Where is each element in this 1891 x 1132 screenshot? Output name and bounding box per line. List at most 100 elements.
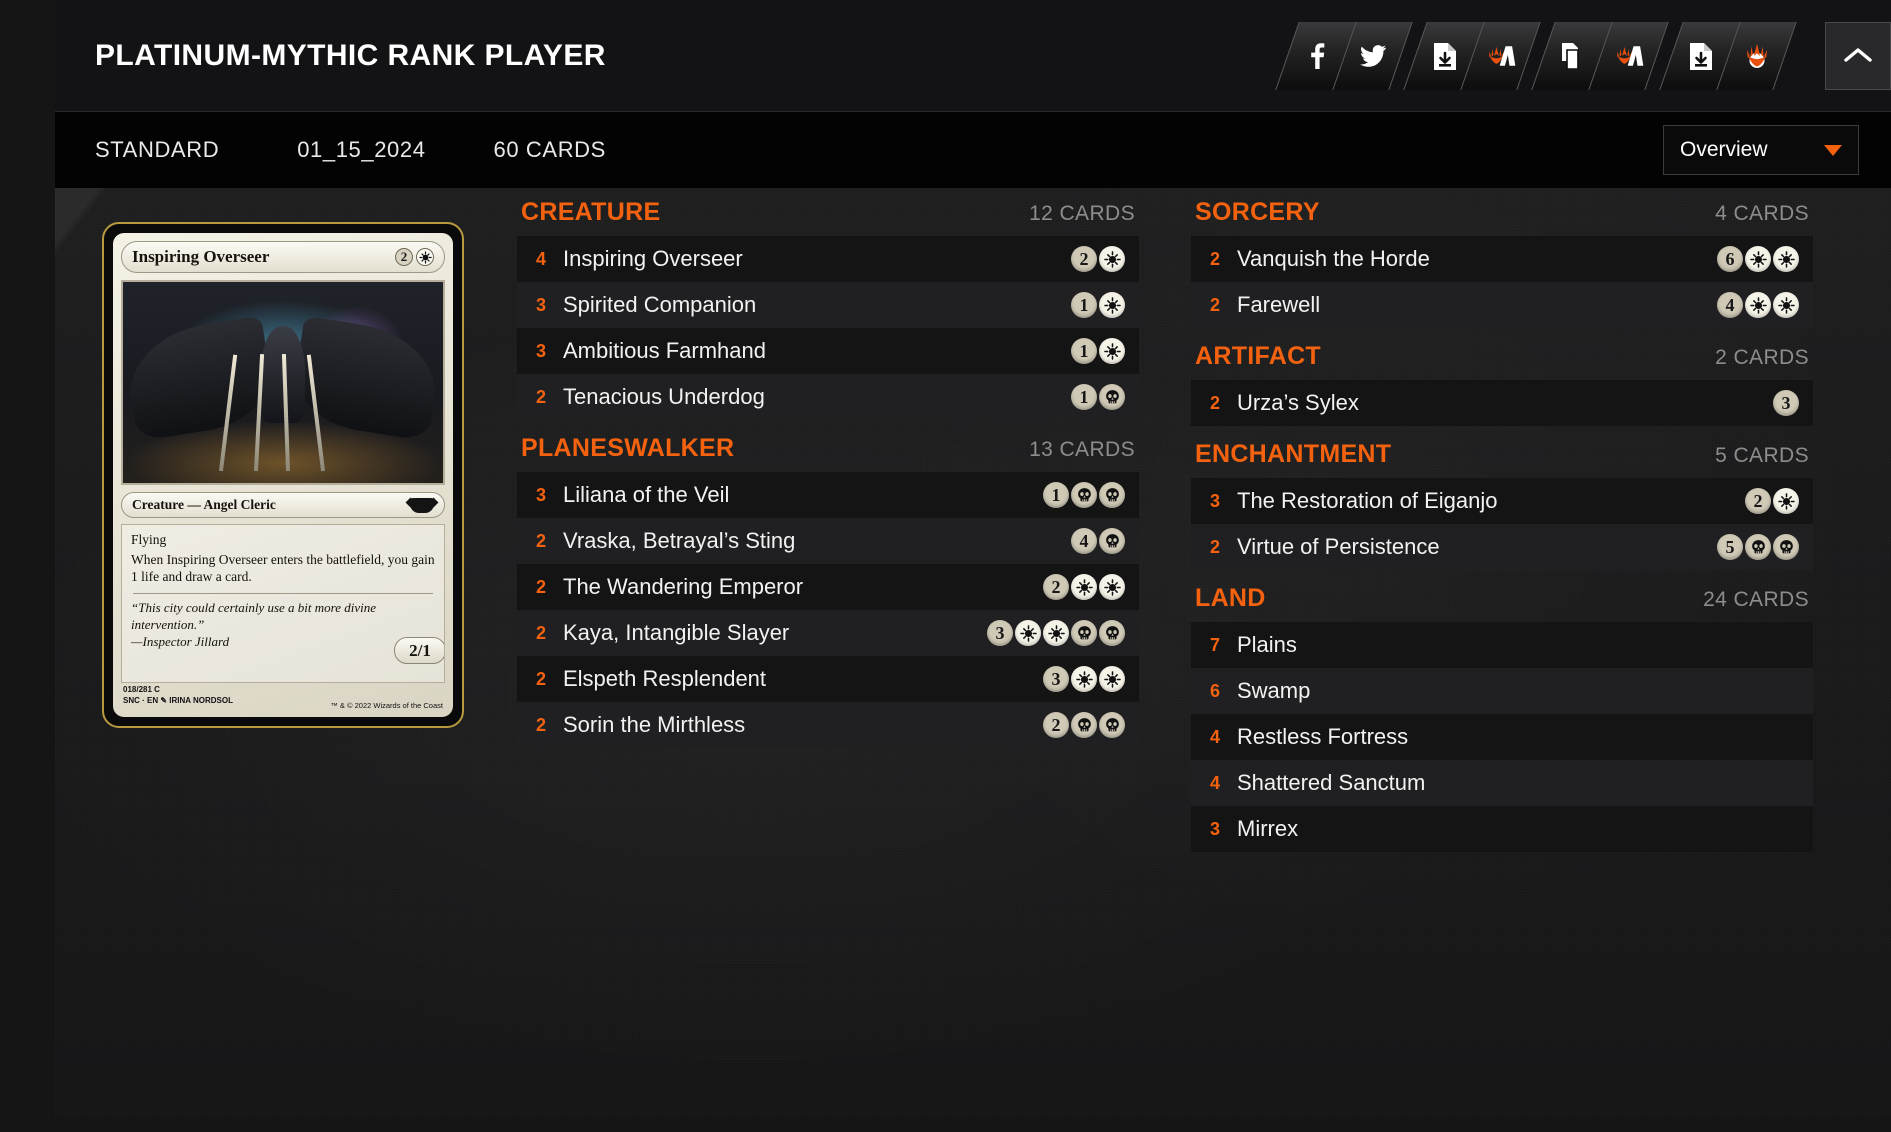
card-type-bar: Creature — Angel Cleric: [121, 492, 445, 518]
card-row[interactable]: 2 Vraska, Betrayal’s Sting 4: [517, 518, 1139, 564]
card-text-box: Flying When Inspiring Overseer enters th…: [121, 524, 445, 683]
card-name: Vanquish the Horde: [1237, 246, 1430, 271]
card-name: Mirrex: [1237, 816, 1299, 841]
card-mana-cost: 2: [1043, 712, 1125, 738]
chevron-down-icon: [1824, 144, 1842, 156]
mana-pip-generic: 5: [1717, 534, 1743, 560]
card-mana-cost: 1: [1043, 482, 1125, 508]
section-card-count: 13 CARDS: [1029, 438, 1135, 461]
titlebar: PLATINUM-MYTHIC RANK PLAYER: [55, 0, 1891, 112]
twitter-share-icon[interactable]: [1332, 21, 1413, 90]
deck-format: STANDARD: [95, 137, 220, 162]
mana-pip-generic: 1: [1043, 482, 1069, 508]
card-quantity: 2: [535, 622, 546, 643]
section-header: PLANESWALKER 13 CARDS: [517, 434, 1139, 472]
card-row[interactable]: 4 Shattered Sanctum: [1191, 760, 1813, 806]
card-row[interactable]: 2 Elspeth Resplendent 3: [517, 656, 1139, 702]
mana-pip-white: [1099, 246, 1125, 272]
card-row[interactable]: 2 Virtue of Persistence 5: [1191, 524, 1813, 570]
card-power-toughness: 2/1: [394, 637, 444, 664]
card-rules-line-2: When Inspiring Overseer enters the battl…: [131, 552, 435, 584]
card-row[interactable]: 6 Swamp: [1191, 668, 1813, 714]
card-row[interactable]: 3 Spirited Companion 1: [517, 282, 1139, 328]
card-name: Swamp: [1237, 678, 1311, 703]
card-row[interactable]: 2 Tenacious Underdog 1: [517, 374, 1139, 420]
card-quantity: 4: [1209, 772, 1220, 793]
mana-pip-white: [1773, 488, 1799, 514]
card-quantity: 2: [535, 576, 546, 597]
deck-section-columns: CREATURE 12 CARDS 4 Inspiring Overseer 2 3 Spi…: [517, 198, 1855, 866]
card-row[interactable]: 4 Inspiring Overseer 2: [517, 236, 1139, 282]
share-export-icon-strip: [1275, 21, 1799, 90]
card-name: Restless Fortress: [1237, 724, 1409, 749]
card-row[interactable]: 2 The Wandering Emperor 2: [517, 564, 1139, 610]
mtg-arena-copy-icon[interactable]: [1588, 21, 1669, 90]
card-name: Vraska, Betrayal’s Sting: [563, 528, 796, 553]
card-row[interactable]: 2 Sorin the Mirthless 2: [517, 702, 1139, 748]
mana-pip-white: [1099, 338, 1125, 364]
magic-card: Inspiring Overseer 2 Creature — Angel Cl…: [113, 233, 453, 717]
card-row[interactable]: 4 Restless Fortress: [1191, 714, 1813, 760]
section-header: ARTIFACT 2 CARDS: [1191, 342, 1813, 380]
mana-pip-black: [1773, 534, 1799, 560]
section-card-count: 5 CARDS: [1715, 444, 1809, 467]
mana-pip-white: [1773, 246, 1799, 272]
mtg-arena-download-icon: [1729, 22, 1784, 90]
card-name: Kaya, Intangible Slayer: [563, 620, 790, 645]
card-name-bar: Inspiring Overseer 2: [121, 241, 445, 273]
section-title: SORCERY: [1195, 198, 1320, 226]
mana-pip-black: [1099, 482, 1125, 508]
card-row[interactable]: 2 Farewell 4: [1191, 282, 1813, 328]
card-row[interactable]: 7 Plains: [1191, 622, 1813, 668]
mana-pip-generic: 2: [1043, 712, 1069, 738]
card-row[interactable]: 3 Ambitious Farmhand 1: [517, 328, 1139, 374]
mtg-arena-download-icon[interactable]: [1716, 21, 1797, 90]
mana-pip-generic: 1: [1071, 384, 1097, 410]
card-row[interactable]: 2 Vanquish the Horde 6: [1191, 236, 1813, 282]
mana-pip-black: [1099, 712, 1125, 738]
mana-pip-white: [1745, 246, 1771, 272]
view-mode-select[interactable]: Overview: [1663, 125, 1859, 175]
card-mana-cost: 2: [395, 248, 434, 266]
card-quantity: 2: [535, 386, 546, 407]
card-name: Liliana of the Veil: [563, 482, 730, 507]
card-rules-line-1: Flying: [131, 532, 167, 547]
mana-pip-white: [1071, 574, 1097, 600]
card-quantity: 2: [535, 714, 546, 735]
mana-pip-black: [1071, 620, 1097, 646]
card-name: The Wandering Emperor: [563, 574, 804, 599]
set-symbol-icon: [410, 497, 434, 513]
card-quantity: 2: [1209, 536, 1220, 557]
card-quantity: 4: [535, 248, 546, 269]
deck-viewer-window: PLATINUM-MYTHIC RANK PLAYER STANDARD 01_…: [55, 0, 1891, 1117]
section-title: ENCHANTMENT: [1195, 440, 1392, 468]
section-title: LAND: [1195, 584, 1266, 612]
section-card-count: 24 CARDS: [1703, 588, 1809, 611]
icon-group-3: [1531, 21, 1669, 90]
card-row[interactable]: 3 The Restoration of Eiganjo 2: [1191, 478, 1813, 524]
card-quantity: 2: [1209, 294, 1220, 315]
mana-pip-generic: 1: [1071, 338, 1097, 364]
mtg-arena-import-icon[interactable]: [1460, 21, 1541, 90]
collapse-panel-button[interactable]: [1825, 21, 1891, 90]
icon-group-1: [1275, 21, 1413, 90]
card-name: Inspiring Overseer: [563, 246, 743, 271]
card-name: Urza’s Sylex: [1237, 390, 1359, 415]
section-artifact: ARTIFACT 2 CARDS 2 Urza’s Sylex 3: [1191, 342, 1813, 426]
card-preview-panel[interactable]: Inspiring Overseer 2 Creature — Angel Cl…: [102, 222, 464, 728]
card-flavor-text: “This city could certainly use a bit mor…: [131, 600, 377, 632]
mtg-arena-copy-icon: [1601, 22, 1656, 90]
card-row[interactable]: 3 Mirrex: [1191, 806, 1813, 852]
card-mana-cost: 1: [1071, 384, 1125, 410]
card-row[interactable]: 2 Kaya, Intangible Slayer 3: [517, 610, 1139, 656]
card-name: Tenacious Underdog: [563, 384, 765, 409]
card-name: Farewell: [1237, 292, 1321, 317]
card-quantity: 6: [1209, 680, 1220, 701]
icon-group-4: [1659, 21, 1797, 90]
section-header: LAND 24 CARDS: [1191, 584, 1813, 622]
card-row[interactable]: 2 Urza’s Sylex 3: [1191, 380, 1813, 426]
card-name: Shattered Sanctum: [1237, 770, 1426, 795]
mana-pip-white: [1773, 292, 1799, 318]
card-row[interactable]: 3 Liliana of the Veil 1: [517, 472, 1139, 518]
mana-pip-generic: 2: [395, 248, 413, 266]
